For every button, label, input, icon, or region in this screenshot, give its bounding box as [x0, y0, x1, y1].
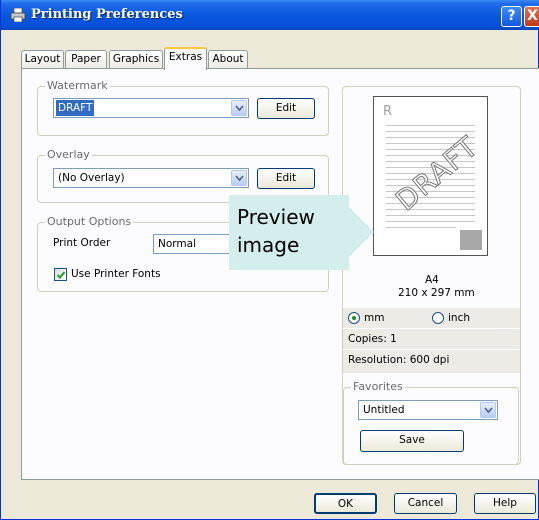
output-options-group-label: Output Options [45, 215, 134, 228]
use-printer-fonts-label[interactable]: Use Printer Fonts [71, 268, 161, 280]
favorites-save-button[interactable]: Save [360, 430, 464, 452]
print-order-select[interactable]: Normal [153, 234, 233, 254]
unit-inch-radio[interactable] [432, 312, 444, 324]
checkmark-icon [56, 271, 66, 279]
copies-text: Copies: 1 [343, 329, 520, 350]
tab-about[interactable]: About [208, 50, 248, 69]
printing-preferences-window: Printing Preferences ? X Layout Paper Gr… [0, 0, 539, 520]
favorites-group-label: Favorites [351, 380, 405, 393]
paper-size: 210 x 297 mm [398, 287, 475, 299]
tab-layout[interactable]: Layout [21, 50, 64, 69]
unit-inch-label[interactable]: inch [448, 308, 470, 328]
watermark-select[interactable]: DRAFT [53, 98, 249, 118]
watermark-selected-value: DRAFT [56, 100, 95, 116]
callout-arrow [348, 206, 374, 258]
tab-extras[interactable]: Extras [164, 47, 207, 70]
overlay-group-label: Overlay [45, 148, 92, 161]
preview-info: mm inch Copies: 1 Resolution: 600 dpi [343, 308, 520, 373]
callout-line-1: Preview [237, 205, 315, 229]
ok-button[interactable]: OK [314, 493, 377, 514]
page-line [386, 125, 475, 126]
unit-mm-label[interactable]: mm [364, 308, 384, 328]
radio-selected-dot [352, 316, 356, 320]
print-order-label: Print Order [53, 237, 111, 249]
chevron-down-icon[interactable] [231, 100, 247, 116]
page-preview-image: R DRAFT [373, 96, 488, 256]
favorites-selected-value: Untitled [363, 404, 405, 416]
unit-mm-radio[interactable] [348, 312, 360, 324]
page-letter: R [383, 104, 393, 119]
preview-image-callout: Preview image [229, 195, 349, 270]
use-printer-fonts-checkbox[interactable] [54, 268, 67, 281]
chevron-down-icon[interactable] [231, 170, 247, 186]
tab-graphics[interactable]: Graphics [109, 50, 163, 69]
page-line [386, 221, 475, 222]
favorites-group: Favorites [343, 380, 519, 465]
watermark-edit-button[interactable]: Edit [257, 98, 315, 119]
unit-row: mm inch [343, 308, 520, 329]
watermark-group-label: Watermark [45, 79, 110, 92]
tab-paper[interactable]: Paper [65, 50, 107, 69]
callout-line-2: image [237, 233, 300, 257]
close-button[interactable]: X [524, 6, 539, 27]
window-title: Printing Preferences [31, 7, 183, 22]
overlay-edit-button[interactable]: Edit [257, 168, 315, 189]
print-order-value: Normal [158, 238, 196, 250]
favorites-select[interactable]: Untitled [358, 400, 498, 420]
printer-icon [10, 7, 26, 23]
paper-name: A4 [425, 274, 439, 286]
help-title-button[interactable]: ? [501, 6, 522, 27]
overlay-selected-value: (No Overlay) [58, 172, 125, 184]
cancel-button[interactable]: Cancel [394, 493, 457, 514]
chevron-down-icon[interactable] [480, 402, 496, 418]
overlay-select[interactable]: (No Overlay) [53, 168, 249, 188]
page-line [386, 227, 456, 228]
page-graphic-block [460, 230, 482, 250]
resolution-text: Resolution: 600 dpi [348, 354, 450, 366]
help-button[interactable]: Help [474, 493, 536, 514]
title-bar[interactable]: Printing Preferences ? X [1, 0, 539, 30]
